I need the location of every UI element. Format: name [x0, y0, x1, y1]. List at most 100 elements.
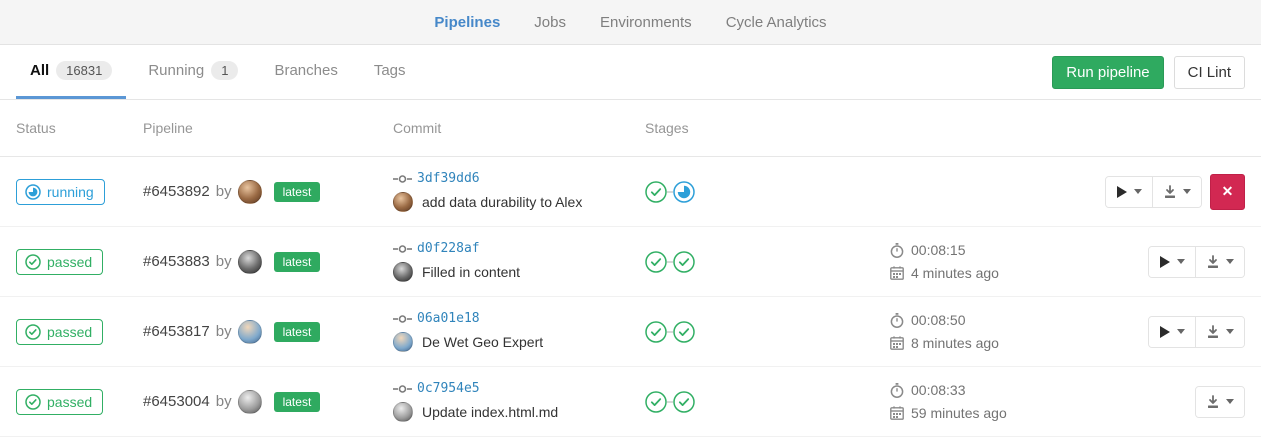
nav-item-pipelines[interactable]: Pipelines [434, 14, 500, 31]
commit-author-avatar[interactable] [393, 262, 413, 282]
cancel-pipeline-button[interactable]: ✕ [1210, 174, 1245, 210]
pipelines-table-header: Status Pipeline Commit Stages [0, 100, 1261, 157]
commit-author-avatar[interactable] [393, 192, 413, 212]
download-icon [1206, 395, 1220, 409]
avatar[interactable] [238, 250, 262, 274]
latest-badge[interactable]: latest [274, 322, 321, 342]
header-status: Status [16, 120, 143, 136]
chevron-down-icon [1226, 329, 1234, 334]
nav-item-cycle-analytics[interactable]: Cycle Analytics [726, 14, 827, 31]
latest-badge[interactable]: latest [274, 182, 321, 202]
pipeline-finished-time: 4 minutes ago [911, 265, 999, 281]
pipeline-row: running #6453892 by latest 3df39dd6 add … [0, 157, 1261, 227]
avatar[interactable] [238, 320, 262, 344]
chevron-down-icon [1177, 329, 1185, 334]
header-stages: Stages [645, 120, 890, 136]
pipeline-finished-time: 8 minutes ago [911, 335, 999, 351]
latest-badge[interactable]: latest [274, 252, 321, 272]
tab-tags-label: Tags [374, 62, 406, 79]
nav-item-jobs[interactable]: Jobs [534, 14, 566, 31]
status-label: running [47, 184, 94, 200]
ci-lint-button[interactable]: CI Lint [1174, 56, 1245, 89]
pipeline-finished-time: 59 minutes ago [911, 405, 1007, 421]
pipelines-page: Pipelines Jobs Environments Cycle Analyt… [0, 0, 1261, 437]
header-commit: Commit [393, 120, 645, 136]
avatar[interactable] [238, 180, 262, 204]
by-label: by [216, 323, 232, 340]
stopwatch-icon [890, 243, 904, 258]
status-badge-running[interactable]: running [16, 179, 105, 205]
stage-passed-icon[interactable] [645, 321, 667, 343]
avatar[interactable] [238, 390, 262, 414]
stage-passed-icon[interactable] [645, 181, 667, 203]
pipeline-duration: 00:08:33 [911, 382, 966, 398]
tab-all[interactable]: All 16831 [16, 45, 126, 99]
download-icon [1206, 325, 1220, 339]
commit-message-link[interactable]: Filled in content [422, 264, 520, 280]
tab-tags[interactable]: Tags [360, 45, 420, 99]
commit-icon [393, 314, 412, 324]
header-pipeline: Pipeline [143, 120, 393, 136]
pipeline-id-link[interactable]: #6453004 [143, 393, 210, 410]
chevron-down-icon [1134, 189, 1142, 194]
status-badge-passed[interactable]: passed [16, 319, 103, 345]
commit-author-avatar[interactable] [393, 332, 413, 352]
pipeline-id-link[interactable]: #6453817 [143, 323, 210, 340]
chevron-down-icon [1226, 259, 1234, 264]
tab-branches[interactable]: Branches [260, 45, 351, 99]
tab-running[interactable]: Running 1 [134, 45, 252, 99]
pipeline-row: passed #6453817 by latest 06a01e18 De We… [0, 297, 1261, 367]
commit-sha-link[interactable]: 0c7954e5 [417, 381, 480, 396]
stage-passed-icon[interactable] [645, 251, 667, 273]
project-nav: Pipelines Jobs Environments Cycle Analyt… [0, 0, 1261, 45]
artifacts-dropdown-button[interactable] [1195, 317, 1244, 347]
tab-running-label: Running [148, 62, 204, 79]
pipeline-id-link[interactable]: #6453892 [143, 183, 210, 200]
commit-sha-link[interactable]: 3df39dd6 [417, 171, 480, 186]
chevron-down-icon [1177, 259, 1185, 264]
nav-item-environments[interactable]: Environments [600, 14, 692, 31]
chevron-down-icon [1226, 399, 1234, 404]
manual-actions-dropdown-button[interactable] [1149, 247, 1195, 277]
manual-actions-dropdown-button[interactable] [1149, 317, 1195, 347]
calendar-icon [890, 336, 904, 350]
commit-message-link[interactable]: add data durability to Alex [422, 194, 582, 210]
pipelines-tabs-bar: All 16831 Running 1 Branches Tags Run pi… [0, 45, 1261, 100]
status-label: passed [47, 324, 92, 340]
latest-badge[interactable]: latest [274, 392, 321, 412]
artifacts-dropdown-button[interactable] [1152, 177, 1201, 207]
manual-actions-dropdown-button[interactable] [1106, 177, 1152, 207]
play-icon [1159, 325, 1171, 339]
artifacts-dropdown-button[interactable] [1195, 247, 1244, 277]
commit-sha-link[interactable]: 06a01e18 [417, 311, 480, 326]
status-badge-passed[interactable]: passed [16, 249, 103, 275]
by-label: by [216, 253, 232, 270]
passed-check-icon [25, 394, 41, 410]
by-label: by [216, 393, 232, 410]
running-spinner-icon [25, 184, 41, 200]
stage-passed-icon[interactable] [673, 391, 695, 413]
play-icon [1159, 255, 1171, 269]
download-icon [1206, 255, 1220, 269]
pipeline-duration: 00:08:15 [911, 242, 966, 258]
commit-message-link[interactable]: Update index.html.md [422, 404, 558, 420]
status-badge-passed[interactable]: passed [16, 389, 103, 415]
pipeline-id-link[interactable]: #6453883 [143, 253, 210, 270]
by-label: by [216, 183, 232, 200]
stopwatch-icon [890, 383, 904, 398]
stage-passed-icon[interactable] [673, 251, 695, 273]
commit-sha-link[interactable]: d0f228af [417, 241, 480, 256]
commit-message-link[interactable]: De Wet Geo Expert [422, 334, 543, 350]
commit-icon [393, 174, 412, 184]
passed-check-icon [25, 254, 41, 270]
calendar-icon [890, 406, 904, 420]
artifacts-dropdown-button[interactable] [1196, 387, 1244, 417]
stage-passed-icon[interactable] [673, 321, 695, 343]
calendar-icon [890, 266, 904, 280]
commit-author-avatar[interactable] [393, 402, 413, 422]
stage-running-icon[interactable] [673, 181, 695, 203]
download-icon [1163, 185, 1177, 199]
status-label: passed [47, 394, 92, 410]
run-pipeline-button[interactable]: Run pipeline [1052, 56, 1163, 89]
stage-passed-icon[interactable] [645, 391, 667, 413]
